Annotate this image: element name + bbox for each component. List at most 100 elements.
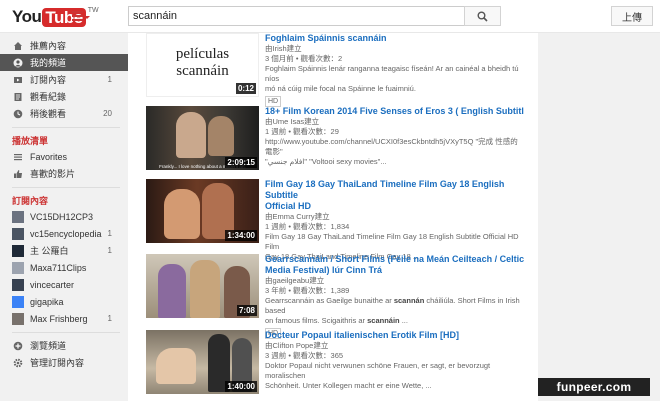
video-meta: 3 年前 • 觀看次數：1,389: [265, 286, 350, 295]
video-channel[interactable]: 由Irish建立: [265, 44, 525, 54]
video-title[interactable]: Film Gay 18 Gay ThaiLand Timeline Film G…: [265, 179, 525, 212]
video-thumbnail[interactable]: películas scannáin 0:12: [146, 33, 259, 97]
video-result[interactable]: 1:40:00 Docteur Popaul italienischen Ero…: [146, 330, 526, 400]
logo-region: TW: [87, 7, 99, 14]
sidebar-item-subscription[interactable]: Max Frishberg 1: [0, 310, 128, 327]
upload-button[interactable]: 上傳: [611, 6, 653, 26]
sidebar-item-label: vc15encyclopedia: [30, 228, 102, 239]
video-duration: 7:08: [236, 305, 257, 316]
sidebar-item-subscription[interactable]: Maxa711Clips: [0, 259, 128, 276]
channel-avatar: [12, 312, 24, 325]
sidebar-item-label: Favorites: [30, 151, 68, 162]
sidebar-item-label: 喜歡的影片: [30, 169, 76, 179]
video-meta: 3 週前 • 觀看次數：365: [265, 351, 344, 360]
video-title-line: Film Gay 18 Gay ThaiLand Timeline Film G…: [265, 179, 505, 200]
video-description: Doktor Popaul nicht verwunen schöne Frau…: [265, 361, 491, 380]
video-title[interactable]: Docteur Popaul italienischen Erotik Film…: [265, 330, 525, 341]
results-list: películas scannáin 0:12 Foghlaim Spáinni…: [128, 33, 538, 401]
sidebar-item-label: gigapika: [30, 296, 64, 307]
video-info: Foghlaim Spáinnis scannáin 由Irish建立 3 個月…: [265, 33, 525, 107]
masthead: You Tube TW 上傳: [0, 0, 660, 33]
playlists-heading[interactable]: 播放清單: [0, 132, 128, 148]
video-description: "افلام جنسي" "Voltooi sexy movies"...: [265, 157, 387, 166]
sidebar-item-liked-videos[interactable]: 喜歡的影片: [0, 165, 128, 182]
sidebar-item-count: 1: [107, 246, 112, 255]
video-title[interactable]: Foghlaim Spáinnis scannáin: [265, 33, 525, 44]
video-result[interactable]: películas scannáin 0:12 Foghlaim Spáinni…: [146, 33, 526, 107]
video-title[interactable]: 18+ Film Korean 2014 Five Senses of Eros…: [265, 106, 525, 117]
channel-avatar: [12, 244, 24, 257]
sidebar-item-label: vincecarter: [30, 279, 75, 290]
sidebar-item-browse-channels[interactable]: 瀏覽頻道: [0, 337, 128, 354]
guide-sidebar: 推薦內容 我的頻道 訂閱內容 1 觀看紀錄 稍後觀看 20 播放清單 Favor…: [0, 33, 128, 401]
sidebar-item-label: 主 公羅白: [30, 246, 69, 256]
video-thumbnail[interactable]: 7:08: [146, 254, 259, 318]
video-duration: 0:12: [235, 83, 256, 94]
channel-avatar: [12, 210, 24, 223]
video-description: on famous films. Scigaithris ar scannáin…: [265, 316, 408, 325]
sidebar-item-history[interactable]: 觀看紀錄: [0, 88, 128, 105]
sidebar-divider: [12, 187, 120, 188]
video-thumbnail[interactable]: 1:40:00: [146, 330, 259, 394]
sidebar-item-manage-subscriptions[interactable]: 管理訂閱內容: [0, 354, 128, 371]
thumbnail-text: películas: [175, 46, 230, 62]
video-info: Film Gay 18 Gay ThaiLand Timeline Film G…: [265, 179, 525, 262]
sidebar-item-subscription[interactable]: 主 公羅白 1: [0, 242, 128, 259]
channel-avatar: [12, 278, 24, 291]
video-result[interactable]: Frankly... I love nothing about a modern…: [146, 106, 526, 176]
video-description: mó ná cúig mile focal na Spáinne le fuai…: [265, 84, 416, 93]
video-title[interactable]: Gearrscannáin / Short Films (Féile na Me…: [265, 254, 525, 276]
video-thumbnail[interactable]: 1:34:00: [146, 179, 259, 243]
video-duration: 1:34:00: [225, 230, 257, 241]
video-title-line: Gearrscannáin / Short Films (Féile na Me…: [265, 254, 525, 264]
search-input[interactable]: [128, 6, 465, 26]
sidebar-item-subscription[interactable]: vc15encyclopedia 1: [0, 225, 128, 242]
sidebar-item-label: 訂閱內容: [30, 75, 67, 85]
sidebar-item-label: 觀看紀錄: [30, 92, 67, 102]
sidebar-item-count: 1: [107, 314, 112, 323]
channel-avatar: [12, 295, 24, 308]
video-title-line: Media Festival) lúr Cinn Trá: [265, 265, 383, 275]
search-button[interactable]: [464, 6, 501, 26]
logo-you-text: You: [12, 7, 42, 26]
sidebar-item-subscription[interactable]: VC15DH12CP3: [0, 208, 128, 225]
home-icon: [12, 40, 24, 52]
subscriptions-heading[interactable]: 訂閱內容: [0, 192, 128, 208]
list-icon: [12, 151, 24, 163]
video-result[interactable]: 7:08 Gearrscannáin / Short Films (Féile …: [146, 254, 526, 339]
thumbs-up-icon: [12, 168, 24, 180]
video-thumbnail[interactable]: Frankly... I love nothing about a modern…: [146, 106, 259, 170]
sidebar-item-label: 推薦內容: [30, 41, 67, 51]
chevron-down-icon: [84, 16, 90, 19]
sidebar-item-subscription[interactable]: vincecarter: [0, 276, 128, 293]
sidebar-item-my-channel[interactable]: 我的頻道: [0, 54, 128, 71]
video-description: Film Gay 18 Gay ThaiLand Timeline Film G…: [265, 232, 519, 251]
plus-circle-icon: [12, 340, 24, 352]
sidebar-item-label: VC15DH12CP3: [30, 211, 94, 222]
channel-avatar: [12, 261, 24, 274]
sidebar-item-count: 20: [103, 109, 112, 118]
video-description: http://www.youtube.com/channel/UCXI0f3es…: [265, 137, 518, 156]
video-result[interactable]: 1:34:00 Film Gay 18 Gay ThaiLand Timelin…: [146, 179, 526, 261]
sidebar-item-watch-later[interactable]: 稍後觀看 20: [0, 105, 128, 122]
sidebar-item-count: 1: [107, 229, 112, 238]
video-duration: 1:40:00: [225, 381, 257, 392]
video-channel[interactable]: 由Clifton Pope建立: [265, 341, 525, 351]
video-title-line: Official HD: [265, 201, 312, 211]
sidebar-item-favorites[interactable]: Favorites: [0, 148, 128, 165]
sidebar-item-subscription[interactable]: gigapika: [0, 293, 128, 310]
sidebar-divider: [12, 127, 120, 128]
search-icon: [477, 11, 488, 22]
watermark: funpeer.com: [538, 378, 650, 396]
sidebar-item-label: 管理訂閱內容: [30, 358, 85, 368]
video-channel[interactable]: 由Ume Isas建立: [265, 117, 525, 127]
person-icon: [12, 57, 24, 69]
sidebar-item-subscriptions[interactable]: 訂閱內容 1: [0, 71, 128, 88]
video-info: Gearrscannáin / Short Films (Féile na Me…: [265, 254, 525, 339]
sidebar-item-label: 我的頻道: [30, 58, 67, 68]
sidebar-item-home[interactable]: 推薦內容: [0, 37, 128, 54]
clock-icon: [12, 108, 24, 120]
sidebar-item-label: 稍後觀看: [30, 109, 67, 119]
video-channel[interactable]: 由Emma Curry建立: [265, 212, 525, 222]
video-channel[interactable]: 由gaeilgeabu建立: [265, 276, 525, 286]
